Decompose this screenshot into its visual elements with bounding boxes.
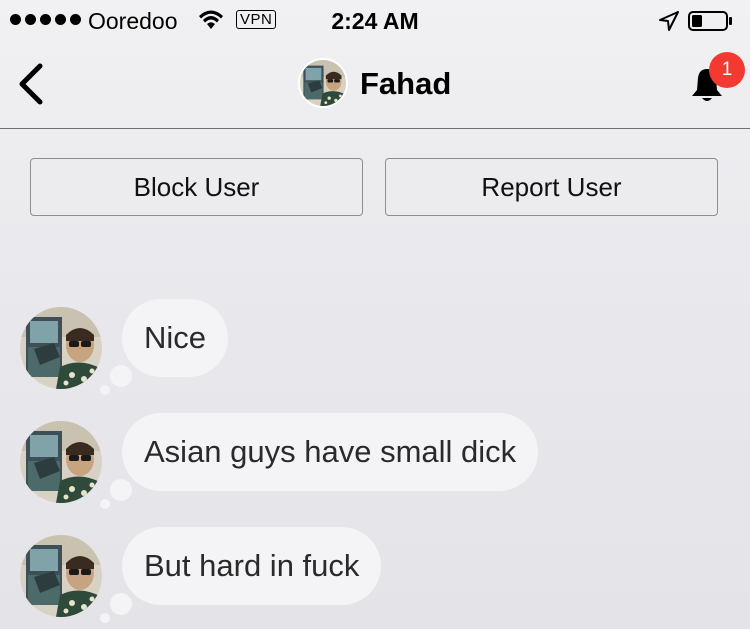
bubble-tail	[110, 365, 132, 387]
block-user-button[interactable]: Block User	[30, 158, 363, 216]
message-bubble[interactable]: But hard in fuck	[122, 527, 382, 605]
notification-badge[interactable]: 1	[709, 52, 745, 88]
message-row: Asian guys have small dick	[0, 413, 750, 513]
status-bar: Ooredoo VPN 2:24 AM	[0, 0, 750, 40]
battery-icon	[688, 10, 732, 31]
location-arrow-icon	[658, 10, 680, 38]
contact-avatar[interactable]	[298, 58, 348, 108]
bubble-tail	[110, 479, 132, 501]
contact-name[interactable]: Fahad	[360, 66, 451, 102]
sender-avatar[interactable]	[20, 535, 102, 617]
message-bubble[interactable]: Asian guys have small dick	[122, 413, 539, 491]
bubble-tail	[100, 499, 110, 509]
message-row: But hard in fuck	[0, 527, 750, 627]
back-chevron-icon[interactable]	[14, 62, 48, 106]
report-user-button[interactable]: Report User	[385, 158, 718, 216]
sender-avatar[interactable]	[20, 307, 102, 389]
message-bubble[interactable]: Nice	[122, 299, 229, 377]
sender-avatar[interactable]	[20, 421, 102, 503]
bubble-tail	[100, 613, 110, 623]
bubble-tail	[110, 593, 132, 615]
navigation-bar: Fahad 1	[0, 40, 750, 129]
message-row: Nice	[0, 299, 750, 399]
status-time: 2:24 AM	[331, 8, 419, 34]
bubble-tail	[100, 385, 110, 395]
